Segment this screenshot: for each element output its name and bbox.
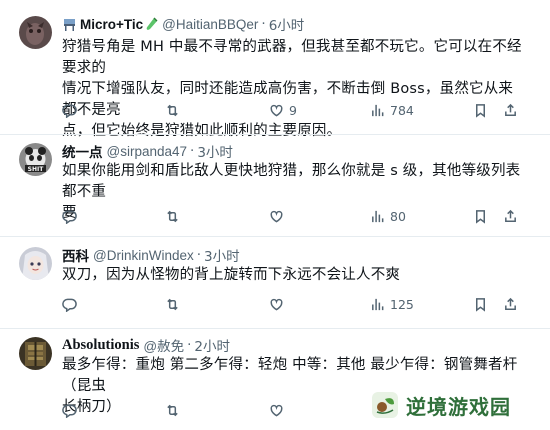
repost-icon <box>167 104 178 116</box>
views-button[interactable]: 125 <box>370 295 414 313</box>
repost-button[interactable] <box>165 295 180 313</box>
action-bar: 125 <box>62 295 522 313</box>
bookmark-icon <box>476 297 485 312</box>
separator-dot: · <box>190 143 195 159</box>
share-icon <box>505 297 516 310</box>
share-icon <box>505 103 516 116</box>
display-name[interactable]: 统一点 <box>62 141 103 161</box>
bookmark-button[interactable] <box>473 207 488 225</box>
share-button[interactable] <box>503 101 518 119</box>
share-button[interactable] <box>503 207 518 225</box>
share-button[interactable] <box>503 295 518 313</box>
avatar[interactable]: SHIT <box>19 143 52 176</box>
text-line: 如果你能用剑和盾比敌人更快地狩猎，那么你就是 s 级，其他等级列表都不重 <box>62 163 521 200</box>
repost-icon <box>167 210 178 222</box>
tweet-header: Micro+Tic @HaitianBBQer · 6小时 <box>62 14 304 34</box>
views-icon <box>372 298 384 310</box>
like-icon <box>270 404 283 417</box>
text-line: 双刀，因为从怪物的背上旋转而下永远不会让人不爽 <box>62 267 401 283</box>
separator-dot: · <box>196 247 202 263</box>
watermark-text: 逆境游戏园 <box>406 394 511 419</box>
avatar[interactable] <box>19 337 52 370</box>
repost-icon <box>167 298 178 310</box>
repost-button[interactable] <box>165 207 180 225</box>
views-icon <box>372 104 384 116</box>
reply-button[interactable] <box>62 295 77 313</box>
share-icon <box>505 209 516 222</box>
tweet-text: 狩猎号角是 MH 中最不寻常的武器，但我甚至都不玩它。它可以在不经要求的 情况下… <box>62 37 524 142</box>
reply-button[interactable] <box>62 101 77 119</box>
bookmark-button[interactable] <box>473 101 488 119</box>
reply-icon <box>62 104 77 118</box>
handle[interactable]: @赦免 <box>143 335 184 355</box>
display-name[interactable]: 西科 <box>62 245 89 265</box>
timestamp[interactable]: 6小时 <box>269 14 305 34</box>
tweet-text: 双刀，因为从怪物的背上旋转而下永远不会让人不爽 <box>62 265 524 286</box>
like-icon <box>270 104 283 117</box>
reply-icon <box>62 210 77 224</box>
tweet-header: 统一点 @sirpanda47 · 3小时 <box>62 141 233 161</box>
svg-text:SHIT: SHIT <box>28 166 45 173</box>
display-name[interactable]: Micro+Tic <box>80 17 143 32</box>
chair-icon <box>64 18 75 31</box>
tweet-3[interactable]: 西科 @DrinkinWindex · 3小时 双刀，因为从怪物的背上旋转而下永… <box>0 237 550 327</box>
bookmark-icon <box>476 209 485 224</box>
like-count: 9 <box>289 102 297 118</box>
timestamp[interactable]: 3小时 <box>197 141 233 161</box>
like-icon <box>270 210 283 223</box>
reply-icon <box>62 298 77 312</box>
tweet-header: 西科 @DrinkinWindex · 3小时 <box>62 245 240 265</box>
avatar[interactable] <box>19 247 52 280</box>
action-bar: 9 784 <box>62 101 522 119</box>
views-button[interactable]: 80 <box>370 207 406 225</box>
timestamp[interactable]: 2小时 <box>194 335 230 355</box>
separator-dot: · <box>187 337 192 353</box>
leaf-logo-icon <box>372 392 398 418</box>
handle[interactable]: @DrinkinWindex <box>93 248 194 263</box>
handle[interactable]: @sirpanda47 <box>107 144 188 159</box>
view-count: 784 <box>390 102 414 118</box>
handle[interactable]: @HaitianBBQer <box>162 17 258 32</box>
separator-dot: · <box>261 16 266 32</box>
action-bar: 80 <box>62 207 522 225</box>
view-count: 125 <box>390 296 414 312</box>
like-icon <box>270 298 283 311</box>
repost-button[interactable] <box>165 101 180 119</box>
test-tube-icon <box>146 17 158 30</box>
bookmark-button[interactable] <box>473 295 488 313</box>
bookmark-icon <box>476 103 485 118</box>
reply-button[interactable] <box>62 401 77 419</box>
repost-button[interactable] <box>165 401 180 419</box>
watermark: 逆境游戏园 <box>370 388 511 422</box>
repost-icon <box>167 404 178 416</box>
tweet-2[interactable]: SHIT 统一点 @sirpanda47 · 3小时 如果你能用剑和盾比敌人更快… <box>0 135 550 235</box>
like-button[interactable] <box>269 401 284 419</box>
timestamp[interactable]: 3小时 <box>204 245 240 265</box>
like-button[interactable]: 9 <box>269 101 297 119</box>
view-count: 80 <box>390 208 406 224</box>
views-button[interactable]: 784 <box>370 101 414 119</box>
reply-icon <box>62 404 77 418</box>
like-button[interactable] <box>269 207 284 225</box>
display-name[interactable]: Absolutionis <box>62 337 139 354</box>
tweet-1[interactable]: Micro+Tic @HaitianBBQer · 6小时 狩猎号角是 MH 中… <box>0 0 550 139</box>
like-button[interactable] <box>269 295 284 313</box>
avatar[interactable] <box>19 16 52 49</box>
text-line: 狩猎号角是 MH 中最不寻常的武器，但我甚至都不玩它。它可以在不经要求的 <box>62 39 522 76</box>
reply-button[interactable] <box>62 207 77 225</box>
views-icon <box>372 210 384 222</box>
tweet-header: Absolutionis @赦免 · 2小时 <box>62 335 230 356</box>
